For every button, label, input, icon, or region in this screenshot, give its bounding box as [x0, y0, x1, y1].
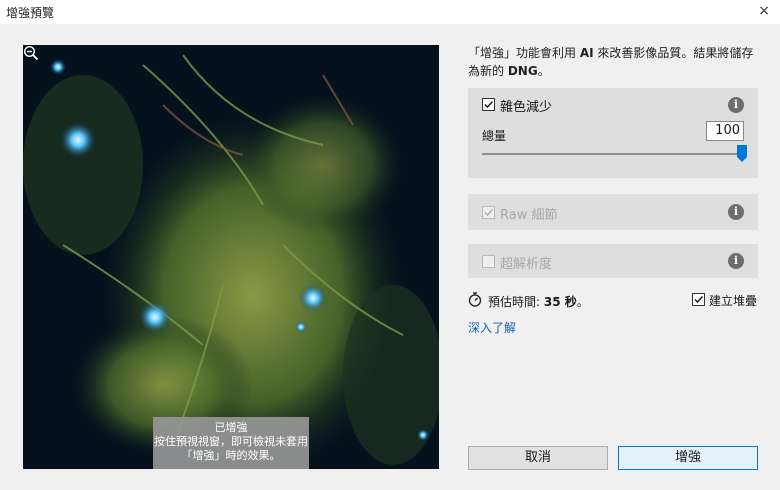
denoise-label: 雜色減少: [500, 100, 553, 115]
super-resolution-info-icon[interactable]: i: [728, 253, 744, 269]
create-stack-label: 建立堆疊: [709, 294, 758, 308]
caption-line-2: 「增強」時的效果。: [181, 449, 281, 462]
estimated-time-text: 預估時間: 35 秒。: [488, 293, 589, 310]
amount-label: 總量: [482, 129, 507, 143]
caption-title: 已增強: [214, 421, 248, 434]
caption-line-1: 按住預視視窗，即可檢視未套用: [154, 435, 308, 448]
checkmark-icon: [484, 208, 494, 217]
window-title: 增強預覽: [6, 6, 55, 20]
preview-image: [23, 45, 439, 469]
super-resolution-panel: 超解析度 i: [468, 244, 758, 278]
description-text-3: 。: [537, 64, 550, 78]
amount-slider-fill: [482, 153, 742, 155]
estimated-time-suffix: 。: [576, 295, 589, 309]
super-resolution-checkbox[interactable]: [482, 255, 495, 268]
estimated-time-value: 35 秒: [543, 295, 577, 309]
checkmark-icon: [694, 295, 704, 304]
raw-details-info-icon[interactable]: i: [728, 204, 744, 220]
super-resolution-label: 超解析度: [500, 257, 553, 272]
description-dng: DNG: [507, 64, 538, 78]
create-stack-checkbox[interactable]: [692, 293, 705, 306]
stopwatch-icon: [468, 292, 482, 307]
raw-details-label: Raw 細節: [500, 208, 558, 223]
raw-details-checkbox[interactable]: [482, 206, 495, 219]
denoise-checkbox[interactable]: [482, 98, 495, 111]
preview-caption: 已增強 按住預視視窗，即可檢視未套用 「增強」時的效果。: [153, 417, 309, 469]
enhanced-preview[interactable]: 已增強 按住預視視窗，即可檢視未套用 「增強」時的效果。: [23, 45, 439, 469]
denoise-panel: 雜色減少 i 總量 100: [468, 88, 758, 178]
enhance-description: 「增強」功能會利用 AI 來改善影像品質。結果將儲存為新的 DNG。: [468, 44, 758, 80]
amount-slider[interactable]: [482, 145, 747, 162]
amount-input[interactable]: 100: [706, 121, 744, 141]
description-text-1: 「增強」功能會利用: [468, 46, 580, 60]
cancel-button[interactable]: 取消: [468, 446, 608, 470]
title-bar: 增強預覽 ×: [0, 0, 780, 24]
close-button[interactable]: ×: [758, 3, 770, 19]
checkmark-icon: [484, 100, 494, 109]
enhance-button[interactable]: 增強: [618, 446, 758, 470]
description-ai: AI: [579, 46, 594, 60]
amount-slider-thumb[interactable]: [737, 145, 747, 163]
raw-details-panel: Raw 細節 i: [468, 194, 758, 230]
estimated-time-label: 預估時間:: [488, 295, 544, 309]
learn-more-link[interactable]: 深入了解: [468, 319, 516, 336]
zoom-out-icon[interactable]: [23, 45, 39, 61]
denoise-info-icon[interactable]: i: [728, 97, 744, 113]
